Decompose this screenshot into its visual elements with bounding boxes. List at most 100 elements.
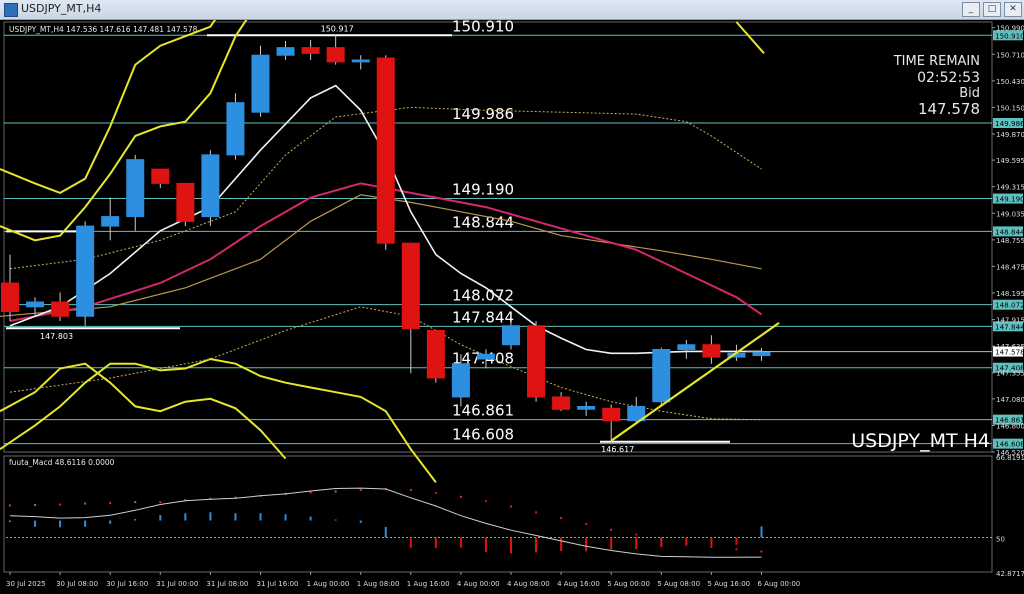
macd-signal-dot xyxy=(59,503,62,506)
macd-signal-dot xyxy=(560,517,563,520)
candle-body xyxy=(26,301,45,308)
price-tick-label: 148.195 xyxy=(996,290,1024,298)
bid-label: Bid xyxy=(959,86,980,101)
chart-window-icon xyxy=(4,3,18,17)
candle-body xyxy=(602,407,621,422)
countdown-value: 02:52:53 xyxy=(917,70,980,86)
macd-signal-dot xyxy=(159,501,162,504)
candle xyxy=(226,93,245,160)
macd-signal-dot xyxy=(585,522,588,525)
candles xyxy=(1,34,771,443)
macd-signal-dot xyxy=(34,504,37,507)
level-tag-text: 148.072 xyxy=(995,301,1024,310)
macd-signal-dot xyxy=(109,502,112,505)
price-tick-label: 147.355 xyxy=(996,370,1024,378)
ohlc-header: USDJPY_MT,H4 147.536 147.616 147.481 147… xyxy=(9,25,198,34)
candle-body xyxy=(652,348,671,403)
macd-panel: fuuta_Macd 48.6116 0.0000 66.8191 50 42.871… xyxy=(6,454,1024,578)
high-annotation: 150.917 xyxy=(321,25,354,34)
candle xyxy=(426,329,445,383)
time-tick-label: 5 Aug 16:00 xyxy=(707,580,750,588)
candle-body xyxy=(176,182,195,222)
bid-value: 147.578 xyxy=(918,100,980,118)
time-tick-label: 1 Aug 00:00 xyxy=(307,580,350,588)
macd-signal-dot xyxy=(334,490,337,493)
time-tick-label: 4 Aug 16:00 xyxy=(557,580,600,588)
time-remain-label: TIME REMAIN xyxy=(893,54,980,69)
maximize-button[interactable]: □ xyxy=(983,2,1001,17)
candle xyxy=(301,40,320,60)
price-tick-label: 150.710 xyxy=(996,51,1024,59)
candle-body xyxy=(426,329,445,379)
candle-body xyxy=(752,351,771,357)
candle-body xyxy=(577,405,596,410)
price-chart[interactable]: USDJPY_MT,H4 147.536 147.616 147.481 147… xyxy=(0,20,1024,594)
price-tick-label: 149.595 xyxy=(996,157,1024,165)
candle-body xyxy=(401,242,420,330)
time-tick-label: 1 Aug 08:00 xyxy=(357,580,400,588)
macd-signal-dot xyxy=(660,538,663,541)
candle xyxy=(527,321,546,402)
candle-body xyxy=(677,344,696,350)
level-tag-text: 148.844 xyxy=(995,227,1024,236)
candle xyxy=(552,392,571,412)
macd-signal-dot xyxy=(309,491,312,494)
time-tick-label: 6 Aug 00:00 xyxy=(758,580,801,588)
macd-signal-dot xyxy=(9,504,11,507)
macd-signal-dot xyxy=(459,495,462,498)
macd-signal-dot xyxy=(359,489,362,492)
candle xyxy=(376,55,395,250)
candle xyxy=(577,401,596,416)
price-tick-label: 148.475 xyxy=(996,263,1024,271)
current-price-tag-text: 147.578 xyxy=(995,348,1024,357)
price-tick-label: 148.755 xyxy=(996,237,1024,245)
price-tick-label: 150.150 xyxy=(996,104,1024,112)
minimize-button[interactable]: _ xyxy=(962,2,980,17)
macd-signal-dot xyxy=(134,501,137,504)
candle-body xyxy=(552,396,571,410)
low-annotation: 147.803 xyxy=(40,332,73,341)
price-axis: 150.990 150.710 150.430 150.150 149.870 149.5… xyxy=(746,25,1024,457)
window-title: USDJPY_MT,H4 xyxy=(21,2,102,15)
candle-body xyxy=(276,47,295,56)
candle-body xyxy=(126,159,145,218)
macd-signal-dot xyxy=(484,500,487,503)
candle-body xyxy=(251,54,270,113)
candle-body xyxy=(451,363,470,398)
candle-body xyxy=(502,325,520,346)
lower-band-inner xyxy=(0,362,287,460)
macd-line xyxy=(9,487,762,558)
candle xyxy=(176,182,195,227)
candle-body xyxy=(351,59,370,63)
candle xyxy=(51,292,70,322)
macd-signal-dot xyxy=(610,528,613,531)
level-label: 146.608 xyxy=(452,426,514,444)
candle-body xyxy=(101,216,120,227)
macd-signal-dot xyxy=(409,489,412,492)
bottom-annotation: 146.617 xyxy=(601,445,634,454)
candle-body xyxy=(226,102,245,156)
level-label: 149.190 xyxy=(452,181,514,199)
candle xyxy=(652,347,671,407)
time-tick-label: 5 Aug 00:00 xyxy=(607,580,650,588)
macd-signal-dot xyxy=(510,505,512,508)
window-titlebar: USDJPY_MT,H4 _ □ ✕ xyxy=(0,0,1024,20)
candle xyxy=(151,168,170,189)
time-tick-label: 30 Jul 2025 xyxy=(6,580,46,588)
close-button[interactable]: ✕ xyxy=(1004,2,1022,17)
time-tick-label: 4 Aug 00:00 xyxy=(457,580,500,588)
candle-body xyxy=(527,325,546,398)
macd-tick-label: 66.8191 xyxy=(996,454,1024,462)
macd-signal-dot xyxy=(710,545,713,548)
macd-panel-border xyxy=(3,455,993,573)
candle-body xyxy=(301,47,320,54)
macd-signal-dot xyxy=(84,502,87,505)
price-tick-label: 150.990 xyxy=(996,25,1024,33)
candle xyxy=(677,339,696,359)
time-tick-label: 1 Aug 16:00 xyxy=(407,580,450,588)
candle-body xyxy=(376,57,395,244)
time-tick-label: 30 Jul 08:00 xyxy=(56,580,98,588)
price-tick-label: 150.430 xyxy=(996,78,1024,86)
candle xyxy=(126,154,145,231)
macd-signal-dot xyxy=(685,542,688,545)
